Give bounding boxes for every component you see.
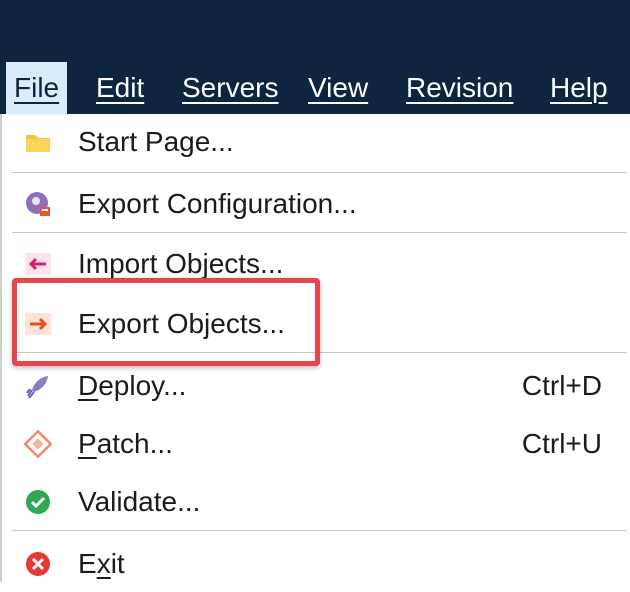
menu-entry-deploy[interactable]: Deploy... Ctrl+D	[2, 358, 630, 414]
shortcut-label: Ctrl+D	[521, 370, 602, 401]
menu-revision[interactable]: Revision	[406, 62, 513, 114]
menu-entry-label: Deploy...	[78, 370, 187, 401]
menu-file[interactable]: File	[6, 62, 68, 114]
menu-entry-label: Start Page...	[78, 126, 234, 157]
menu-separator	[12, 232, 627, 233]
menu-entry-label: Validate...	[78, 486, 201, 517]
shortcut-label: Ctrl+U	[521, 428, 602, 459]
menu-servers[interactable]: Servers	[182, 62, 278, 114]
menu-entry-label: Exit	[78, 548, 125, 579]
check-circle-icon	[24, 488, 52, 516]
close-circle-icon	[24, 550, 52, 578]
rocket-icon	[24, 372, 52, 400]
menu-separator	[12, 172, 627, 173]
menu-entry-label: Patch...	[78, 428, 173, 459]
menu-view[interactable]: View	[308, 62, 368, 114]
patch-icon	[23, 429, 53, 459]
folder-icon	[24, 128, 52, 156]
menu-help[interactable]: Help	[550, 62, 608, 114]
highlight-box	[12, 278, 320, 366]
menu-entry-patch[interactable]: Patch... Ctrl+U	[2, 416, 630, 472]
menu-entry-validate[interactable]: Validate...	[2, 474, 630, 530]
menu-separator	[12, 530, 627, 531]
menu-bar: File Edit Servers View Revision Help	[0, 62, 630, 114]
menu-entry-start-page[interactable]: Start Page...	[2, 114, 630, 170]
menu-edit[interactable]: Edit	[96, 62, 144, 114]
export-configuration-icon	[24, 190, 52, 218]
menu-entry-exit[interactable]: Exit	[2, 536, 630, 592]
import-arrow-icon	[24, 250, 52, 278]
menu-entry-export-configuration[interactable]: Export Configuration...	[2, 176, 630, 232]
menu-entry-label: Export Configuration...	[78, 188, 357, 219]
title-bar	[0, 0, 630, 62]
